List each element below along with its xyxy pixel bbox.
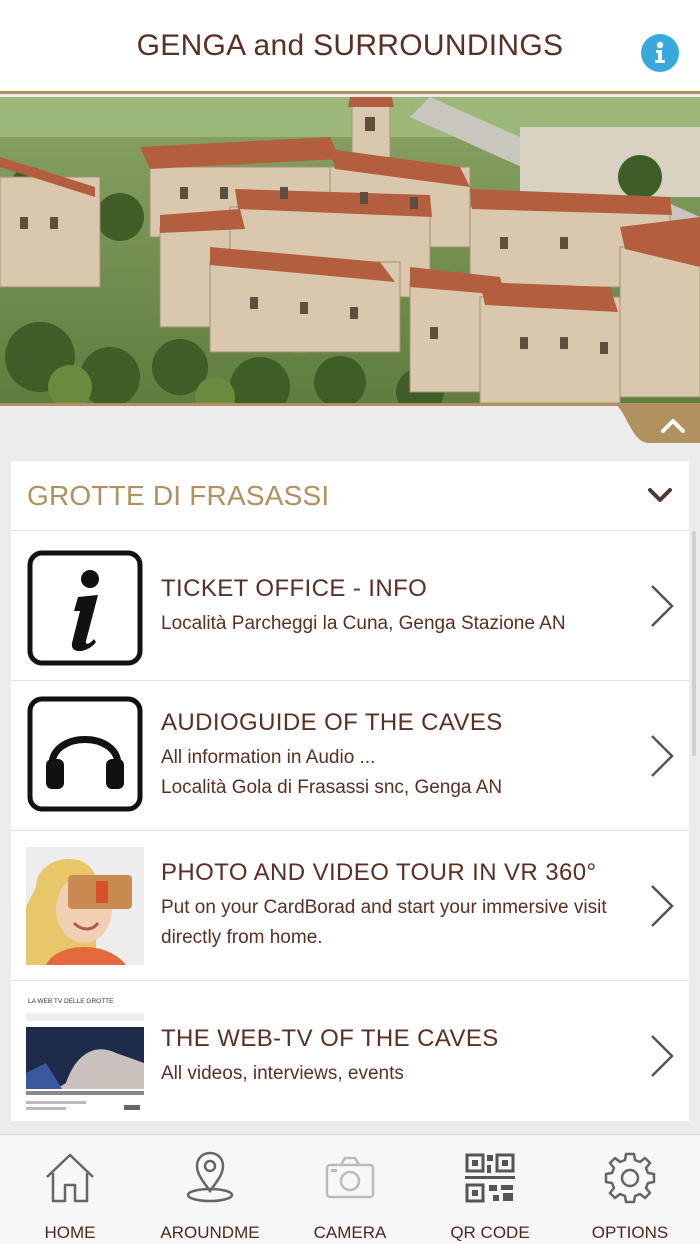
vr-headset-photo [26, 847, 144, 965]
tab-camera[interactable]: CAMERA [280, 1135, 420, 1244]
bottom-tab-bar: HOME AROUNDME CAMERA QR CODE OPTIONS [0, 1134, 700, 1244]
list-item-vr-tour[interactable]: PHOTO AND VIDEO TOUR IN VR 360° Put on y… [11, 831, 689, 981]
web-tv-thumbnail: LA WEB TV DELLE GROTTE [26, 993, 144, 1121]
hero-divider [0, 403, 700, 406]
thumb-caption: LA WEB TV DELLE GROTTE [28, 998, 114, 1005]
chevron-right-icon [651, 585, 674, 627]
tab-label: OPTIONS [591, 1223, 669, 1242]
tab-options[interactable]: OPTIONS [560, 1135, 700, 1244]
chevron-right-icon [651, 885, 674, 927]
tab-aroundme[interactable]: AROUNDME [140, 1135, 280, 1244]
item-description-line-2: directly from home. [161, 927, 323, 948]
home-icon [46, 1153, 94, 1203]
attractions-card: GROTTE DI FRASASSI TICKET OFFICE - INFO … [11, 461, 689, 1121]
item-address: Località Gola di Frasassi snc, Genga AN [161, 777, 503, 798]
section-title: GROTTE DI FRASASSI [27, 479, 330, 511]
item-description-line-1: Put on your CardBorad and start your imm… [161, 897, 607, 918]
tab-home[interactable]: HOME [0, 1135, 140, 1244]
list-item-web-tv[interactable]: LA WEB TV DELLE GROTTE THE WEB-TV OF THE… [11, 981, 689, 1121]
item-description: All videos, interviews, events [161, 1063, 404, 1084]
tab-label: HOME [44, 1223, 96, 1242]
tab-label: AROUNDME [160, 1223, 260, 1242]
camera-icon [325, 1156, 375, 1199]
item-title: TICKET OFFICE - INFO [161, 575, 428, 602]
gear-icon [604, 1152, 656, 1204]
item-title: AUDIOGUIDE OF THE CAVES [161, 709, 503, 736]
item-title: THE WEB-TV OF THE CAVES [161, 1025, 499, 1052]
list-item-ticket-office[interactable]: TICKET OFFICE - INFO Località Parcheggi … [11, 531, 689, 681]
chevron-right-icon [651, 735, 674, 777]
item-description: All information in Audio ... [161, 747, 376, 768]
qr-code-icon [465, 1153, 515, 1203]
info-icon [655, 41, 665, 63]
page-title: GENGA and SURROUNDINGS [136, 28, 564, 62]
collapse-chevron-up-icon [614, 403, 700, 443]
info-icon [27, 550, 143, 666]
tab-qr-code[interactable]: QR CODE [420, 1135, 560, 1244]
item-address: Località Parcheggi la Cuna, Genga Stazio… [161, 613, 566, 634]
info-button[interactable] [641, 34, 679, 72]
tab-label: CAMERA [313, 1223, 387, 1242]
location-pin-icon [186, 1151, 234, 1203]
tab-label: QR CODE [450, 1223, 530, 1242]
app-header: GENGA and SURROUNDINGS [0, 0, 700, 94]
scrollbar[interactable] [692, 531, 696, 756]
hero-image [0, 97, 700, 403]
section-header[interactable]: GROTTE DI FRASASSI [11, 461, 689, 531]
item-title: PHOTO AND VIDEO TOUR IN VR 360° [161, 859, 597, 886]
collapse-hero-button[interactable] [614, 403, 700, 443]
headphones-icon [27, 696, 143, 812]
chevron-right-icon [651, 1035, 674, 1077]
chevron-down-icon [648, 487, 672, 502]
list-item-audioguide[interactable]: AUDIOGUIDE OF THE CAVES All information … [11, 681, 689, 831]
